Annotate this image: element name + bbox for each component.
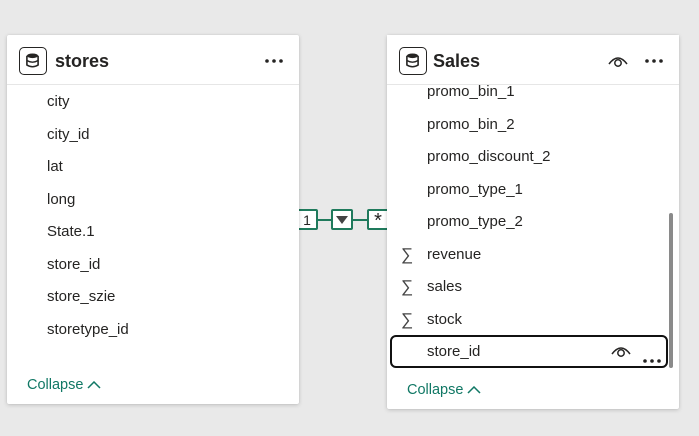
field-name: store_id (47, 256, 101, 273)
collapse-label: Collapse (407, 382, 464, 398)
sales-table-card[interactable]: Sales promo_bin_1 promo_bin_2 promo_disc… (387, 35, 679, 409)
field-row[interactable]: promo_type_2 (387, 210, 679, 234)
field-name: long (47, 191, 76, 208)
relationship-line[interactable] (318, 219, 332, 221)
field-row[interactable]: lat (7, 155, 299, 179)
cross-filter-direction-badge[interactable] (331, 209, 353, 230)
field-row[interactable]: long (7, 188, 299, 212)
field-name: store_id (427, 343, 481, 360)
field-name: stock (427, 311, 463, 328)
more-options-icon[interactable] (642, 49, 666, 73)
sales-card-title: Sales (433, 51, 481, 71)
collapse-label: Collapse (27, 377, 84, 393)
field-name: promo_discount_2 (427, 148, 551, 165)
field-row[interactable]: State.1 (7, 220, 299, 244)
field-name: State.1 (47, 223, 95, 240)
sales-field-list[interactable]: promo_bin_1 promo_bin_2 promo_discount_2… (387, 79, 679, 371)
table-icon (19, 47, 47, 75)
relationship-line[interactable] (352, 219, 368, 221)
sales-card-header[interactable]: Sales (387, 35, 679, 85)
vertical-scrollbar[interactable] (669, 213, 673, 368)
cardinality-many-label: * (374, 210, 382, 232)
collapse-button[interactable]: Collapse (27, 376, 101, 394)
field-row[interactable]: store_id (7, 253, 299, 277)
field-row[interactable]: promo_type_1 (387, 178, 679, 202)
field-row[interactable]: city (7, 90, 299, 114)
collapse-button[interactable]: Collapse (407, 381, 481, 399)
field-row[interactable]: storetype_id (7, 318, 299, 342)
field-name: promo_type_2 (427, 213, 523, 230)
field-name: city_id (47, 126, 90, 143)
field-row[interactable]: ∑ sales (387, 275, 679, 299)
eye-icon[interactable] (606, 49, 630, 73)
field-name: city (47, 93, 70, 110)
cardinality-one-label: 1 (303, 211, 311, 228)
field-name: storetype_id (47, 321, 129, 338)
field-row[interactable]: store_szie (7, 285, 299, 309)
field-row[interactable]: promo_discount_2 (387, 145, 679, 169)
stores-table-card[interactable]: stores city city_id lat long State.1 sto… (7, 35, 299, 404)
sigma-icon: ∑ (401, 310, 414, 329)
field-name: revenue (427, 246, 482, 263)
sigma-icon: ∑ (401, 245, 414, 264)
chevron-up-icon (467, 386, 481, 394)
field-row[interactable]: city_id (7, 123, 299, 147)
field-name: sales (427, 278, 463, 295)
table-icon (399, 47, 427, 75)
stores-card-title: stores (55, 51, 110, 71)
field-row[interactable]: ∑ revenue (387, 243, 679, 267)
cardinality-many-badge[interactable]: * (367, 209, 389, 232)
field-row[interactable]: ∑ stock (387, 308, 679, 332)
more-options-icon[interactable] (262, 49, 286, 73)
chevron-up-icon (87, 381, 101, 389)
more-options-icon[interactable] (643, 350, 661, 368)
field-name: store_szie (47, 288, 116, 305)
field-name: promo_type_1 (427, 181, 523, 198)
field-name: lat (47, 158, 63, 175)
cardinality-one-badge[interactable]: 1 (296, 209, 318, 230)
eye-icon[interactable] (611, 344, 631, 363)
selected-field-row[interactable]: store_id (390, 335, 668, 368)
sigma-icon: ∑ (401, 277, 414, 296)
stores-card-header[interactable]: stores (7, 35, 299, 85)
triangle-down-icon (336, 215, 348, 224)
field-row[interactable]: promo_bin_2 (387, 113, 679, 137)
field-name: promo_bin_2 (427, 116, 515, 133)
